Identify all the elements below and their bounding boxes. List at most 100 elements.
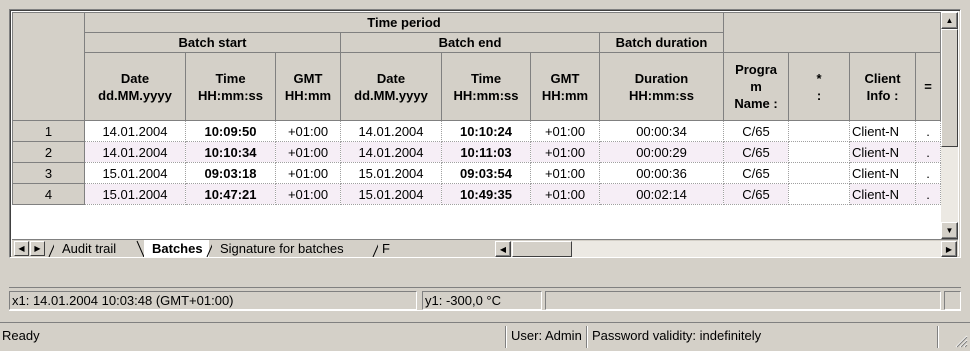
end-gmt-cell[interactable]: +01:00: [530, 120, 600, 142]
next-cell[interactable]: .: [915, 141, 942, 163]
next-cell[interactable]: .: [915, 162, 942, 184]
col-header-start-date[interactable]: Date dd.MM.yyyy: [84, 52, 186, 121]
horizontal-scroll-thumb[interactable]: [512, 241, 572, 257]
coordinate-end-field: [944, 291, 961, 310]
duration-cell[interactable]: 00:00:29: [598, 141, 725, 163]
end-time-cell[interactable]: 09:03:54: [441, 162, 531, 184]
col-header-start-gmt[interactable]: GMT HH:mm: [275, 52, 341, 121]
start-time-cell[interactable]: 10:10:34: [185, 141, 276, 163]
scroll-down-button[interactable]: ▼: [941, 222, 958, 239]
start-time-cell[interactable]: 09:03:18: [185, 162, 276, 184]
status-divider: [937, 326, 939, 348]
batch-duration-header: Batch duration: [598, 32, 725, 53]
end-gmt-cell[interactable]: +01:00: [530, 141, 600, 163]
end-date-cell[interactable]: 14.01.2004: [340, 120, 442, 142]
arrow-up-icon: ▲: [945, 16, 954, 25]
col-header-unnamed[interactable]: *:: [788, 52, 851, 121]
start-date-cell[interactable]: 14.01.2004: [84, 141, 186, 163]
start-gmt-cell[interactable]: +01:00: [275, 120, 341, 142]
scroll-up-button[interactable]: ▲: [941, 12, 958, 29]
col-header-next[interactable]: =: [915, 52, 942, 121]
end-date-cell[interactable]: 15.01.2004: [340, 162, 442, 184]
tab-scroll-left-button[interactable]: ◀: [14, 241, 29, 256]
end-date-cell[interactable]: 14.01.2004: [340, 141, 442, 163]
end-time-cell[interactable]: 10:11:03: [441, 141, 531, 163]
horizontal-scrollbar[interactable]: ◀ ▶: [495, 241, 957, 257]
client-info-cell[interactable]: Client-N: [849, 183, 917, 205]
program-name-cell[interactable]: C/65: [723, 162, 790, 184]
col-header-program-name[interactable]: Progra m Name :: [723, 52, 790, 121]
client-info-cell[interactable]: Client-N: [849, 162, 917, 184]
start-gmt-cell[interactable]: +01:00: [275, 141, 341, 163]
unnamed-cell[interactable]: [788, 162, 851, 184]
resize-grip-icon[interactable]: [954, 334, 968, 348]
arrow-right-icon: ▶: [945, 245, 953, 254]
start-gmt-cell[interactable]: +01:00: [275, 162, 341, 184]
tab-audit-trail[interactable]: Audit trail: [54, 240, 123, 257]
row-number[interactable]: 2: [12, 141, 85, 163]
arrow-right-icon: ▶: [34, 244, 41, 253]
tab-batches[interactable]: Batches: [144, 240, 209, 257]
tab-next[interactable]: F: [378, 240, 394, 257]
scroll-left-button[interactable]: ◀: [495, 241, 511, 257]
corner-cell[interactable]: [12, 12, 85, 121]
program-name-cell[interactable]: C/65: [723, 183, 790, 205]
end-date-cell[interactable]: 15.01.2004: [340, 183, 442, 205]
col-header-end-date[interactable]: Date dd.MM.yyyy: [340, 52, 442, 121]
unnamed-cell[interactable]: [788, 120, 851, 142]
row-number[interactable]: 3: [12, 162, 85, 184]
batches-grid[interactable]: Time period Batch start Batch end Batch …: [9, 9, 961, 258]
end-time-cell[interactable]: 10:49:35: [441, 183, 531, 205]
col-header-duration[interactable]: Duration HH:mm:ss: [598, 52, 725, 121]
table-row[interactable]: 3 15.01.2004 09:03:18 +01:00 15.01.2004 …: [12, 162, 942, 184]
end-gmt-cell[interactable]: +01:00: [530, 183, 600, 205]
end-gmt-cell[interactable]: +01:00: [530, 162, 600, 184]
blank-header: [723, 12, 942, 53]
duration-cell[interactable]: 00:02:14: [598, 183, 725, 205]
unnamed-cell[interactable]: [788, 141, 851, 163]
start-time-cell[interactable]: 10:47:21: [185, 183, 276, 205]
start-date-cell[interactable]: 15.01.2004: [84, 162, 186, 184]
col-header-end-gmt[interactable]: GMT HH:mm: [530, 52, 600, 121]
col-header-start-time[interactable]: Time HH:mm:ss: [185, 52, 276, 121]
vertical-scroll-thumb[interactable]: [941, 29, 958, 147]
sheet-tab-strip: ◀ ▶ Audit trail Batches Signature for ba…: [12, 239, 958, 257]
next-cell[interactable]: .: [915, 120, 942, 142]
batches-table: Time period Batch start Batch end Batch …: [12, 12, 942, 205]
client-info-cell[interactable]: Client-N: [849, 141, 917, 163]
y-coordinate-field: y1: -300,0 °C: [422, 291, 542, 310]
end-time-cell[interactable]: 10:10:24: [441, 120, 531, 142]
start-date-cell[interactable]: 14.01.2004: [84, 120, 186, 142]
status-user: User: Admin: [511, 328, 582, 343]
start-time-cell[interactable]: 10:09:50: [185, 120, 276, 142]
status-divider: [586, 326, 588, 348]
unnamed-cell[interactable]: [788, 183, 851, 205]
table-row[interactable]: 1 14.01.2004 10:09:50 +01:00 14.01.2004 …: [12, 120, 942, 142]
vertical-scrollbar[interactable]: ▲ ▼: [941, 12, 958, 239]
table-row[interactable]: 2 14.01.2004 10:10:34 +01:00 14.01.2004 …: [12, 141, 942, 163]
coordinate-extra-field: [545, 291, 941, 310]
batch-end-header: Batch end: [340, 32, 600, 53]
col-header-end-time[interactable]: Time HH:mm:ss: [441, 52, 531, 121]
arrow-left-icon: ◀: [18, 244, 25, 253]
batch-start-header: Batch start: [84, 32, 341, 53]
status-password-validity: Password validity: indefinitely: [592, 328, 762, 343]
table-row[interactable]: 4 15.01.2004 10:47:21 +01:00 15.01.2004 …: [12, 183, 942, 205]
duration-cell[interactable]: 00:00:34: [598, 120, 725, 142]
col-header-client-info[interactable]: Client Info :: [849, 52, 917, 121]
tab-scroll-right-button[interactable]: ▶: [30, 241, 45, 256]
start-gmt-cell[interactable]: +01:00: [275, 183, 341, 205]
row-number[interactable]: 1: [12, 120, 85, 142]
x-coordinate-field: x1: 14.01.2004 10:03:48 (GMT+01:00): [9, 291, 417, 310]
program-name-cell[interactable]: C/65: [723, 141, 790, 163]
status-state: Ready: [2, 328, 40, 343]
program-name-cell[interactable]: C/65: [723, 120, 790, 142]
tab-signature-for-batches[interactable]: Signature for batches: [212, 240, 350, 257]
cursor-coordinate-bar: x1: 14.01.2004 10:03:48 (GMT+01:00) y1: …: [9, 287, 961, 311]
client-info-cell[interactable]: Client-N: [849, 120, 917, 142]
scroll-right-button[interactable]: ▶: [941, 241, 957, 257]
next-cell[interactable]: .: [915, 183, 942, 205]
start-date-cell[interactable]: 15.01.2004: [84, 183, 186, 205]
row-number[interactable]: 4: [12, 183, 85, 205]
duration-cell[interactable]: 00:00:36: [598, 162, 725, 184]
